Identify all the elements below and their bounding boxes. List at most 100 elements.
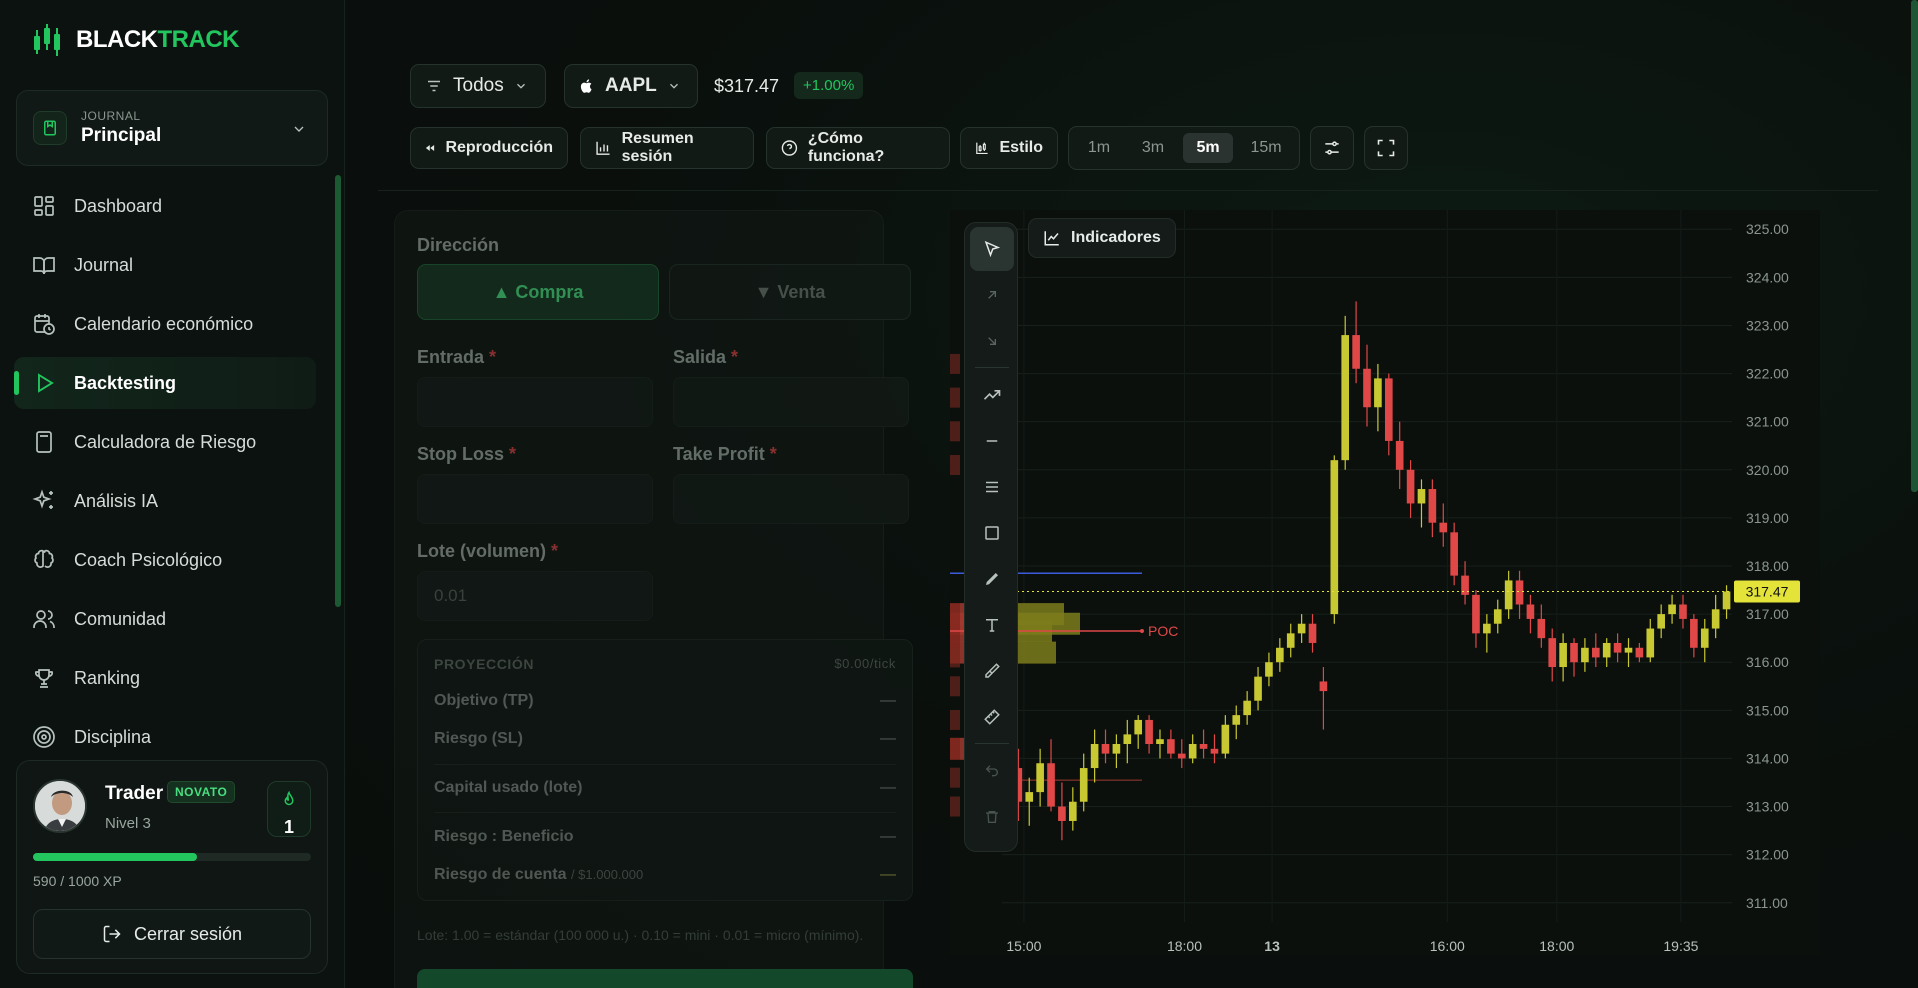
sidebar-item-backtesting[interactable]: Backtesting: [14, 357, 316, 409]
sidebar-item-label: Journal: [74, 254, 134, 275]
sidebar-item-ranking[interactable]: Ranking: [14, 652, 316, 704]
timeframe-15m[interactable]: 15m: [1239, 133, 1293, 163]
highlighter-tool[interactable]: [970, 649, 1014, 693]
fib-tool[interactable]: [970, 465, 1014, 509]
chart-background: [950, 210, 1820, 955]
stop-loss-input[interactable]: [417, 474, 653, 524]
fullscreen-button[interactable]: [1364, 126, 1408, 170]
per-tick-value: $0.00/tick: [834, 656, 896, 671]
xp-progress-bar: [33, 853, 311, 861]
last-price-label: 317.47: [1746, 583, 1789, 599]
how-it-works-button[interactable]: ¿Cómo funciona?: [766, 127, 950, 169]
sidebar-item-dashboard[interactable]: Dashboard: [14, 180, 316, 232]
calculator-icon: [36, 431, 52, 453]
sidebar-item-ai-analysis[interactable]: Análisis IA: [14, 475, 316, 527]
entry-input[interactable]: [417, 377, 653, 427]
brush-tool[interactable]: [970, 557, 1014, 601]
trendline-tool[interactable]: [970, 373, 1014, 417]
price-chart[interactable]: 325.00 324.00 323.00 322.00 321.00 320.00 319.…: [950, 210, 1820, 955]
measure-tool[interactable]: [970, 695, 1014, 739]
dashboard-icon: [34, 196, 54, 216]
volume-profile-bar: [950, 676, 960, 697]
projection-divider: [434, 764, 896, 765]
short-position-tool[interactable]: [970, 319, 1014, 363]
journal-selector[interactable]: JOURNAL Principal: [16, 90, 328, 166]
drawing-toolbar: [964, 222, 1018, 852]
candle-body: [1493, 609, 1502, 624]
session-summary-button[interactable]: Resumen sesión: [580, 127, 754, 169]
text-tool[interactable]: [970, 603, 1014, 647]
current-price: $317.47: [714, 76, 780, 96]
toolbar-separator: [975, 743, 1009, 744]
symbol-selector[interactable]: AAPL: [564, 64, 698, 108]
y-tick-label: 318.00: [1746, 558, 1789, 574]
sidebar-item-community[interactable]: Comunidad: [14, 593, 316, 645]
page-scrollbar[interactable]: [1911, 0, 1918, 492]
undo-button[interactable]: [970, 749, 1014, 793]
sidebar-item-calendar[interactable]: Calendario económico: [14, 298, 316, 350]
buy-button[interactable]: ▲ Compra: [417, 264, 659, 320]
exit-input[interactable]: [673, 377, 909, 427]
take-profit-label: Take Profit *: [673, 444, 777, 464]
target-icon: [33, 726, 55, 748]
book-icon: [33, 257, 55, 275]
y-tick-label: 316.00: [1746, 654, 1789, 670]
candle-body: [1297, 623, 1306, 634]
candle-body: [1243, 700, 1251, 716]
sidebar-item-label: Ranking: [74, 667, 141, 688]
bar-chart-icon: [596, 141, 610, 155]
timeframe-1m[interactable]: 1m: [1075, 133, 1123, 163]
streak-counter[interactable]: 1: [267, 781, 311, 837]
long-position-tool[interactable]: [970, 273, 1014, 317]
horizontal-line-tool[interactable]: [970, 419, 1014, 463]
candle-body: [1330, 460, 1339, 615]
sidebar-item-journal[interactable]: Journal: [14, 239, 316, 291]
take-profit-input[interactable]: [673, 474, 909, 524]
projection-divider: [434, 812, 896, 813]
candle-body: [1690, 618, 1698, 648]
candle-body: [1145, 719, 1153, 744]
delete-drawings-button[interactable]: [970, 795, 1014, 839]
indicators-button[interactable]: Indicadores: [1028, 218, 1176, 258]
sidebar-item-label: Análisis IA: [74, 490, 159, 511]
candle-body: [1069, 801, 1077, 821]
candle-body: [1177, 753, 1186, 759]
timeframe-3m[interactable]: 3m: [1129, 133, 1177, 163]
rectangle-tool[interactable]: [970, 511, 1014, 555]
lot-input[interactable]: 0.01: [417, 571, 653, 621]
sidebar-scrollbar[interactable]: [335, 175, 341, 607]
sidebar-item-discipline[interactable]: Disciplina: [14, 711, 316, 763]
cursor-tool[interactable]: [970, 227, 1014, 271]
brand-logo[interactable]: BLACKTRACK: [32, 22, 239, 58]
expand-icon: [1377, 139, 1395, 157]
candle-body: [1363, 368, 1371, 408]
logout-button[interactable]: Cerrar sesión: [33, 909, 311, 959]
candle-body: [1635, 647, 1644, 658]
y-tick-label: 322.00: [1746, 366, 1789, 382]
y-tick-label: 325.00: [1746, 221, 1789, 237]
candle-body: [1602, 642, 1611, 658]
style-button[interactable]: Estilo: [960, 127, 1058, 169]
x-tick-label: 13: [1264, 938, 1280, 954]
market-filter-dropdown[interactable]: Todos: [410, 64, 546, 108]
main-content: Todos AAPL $317.47 +1.00% Reproducción R…: [346, 0, 1918, 988]
candle-body: [1581, 647, 1589, 663]
candle-body: [1374, 378, 1382, 408]
chart-settings-button[interactable]: [1310, 126, 1354, 170]
candle-body: [1112, 744, 1121, 754]
avatar[interactable]: [33, 779, 87, 833]
submit-trade-button[interactable]: [417, 969, 913, 988]
target-label: Objetivo (TP): [434, 692, 534, 709]
sell-button[interactable]: ▼ Venta: [669, 264, 911, 320]
sidebar-item-risk-calculator[interactable]: Calculadora de Riesgo: [14, 416, 316, 468]
candle-body: [1570, 642, 1578, 663]
sidebar-item-psych-coach[interactable]: Coach Psicológico: [14, 534, 316, 586]
candle-body: [1036, 763, 1044, 793]
candle-body: [1156, 739, 1164, 744]
trophy-icon: [34, 669, 54, 688]
timeframe-5m[interactable]: 5m: [1183, 133, 1233, 163]
poc-marker: [1140, 628, 1144, 633]
direction-label: Dirección: [417, 235, 500, 255]
sidebar-item-label: Calculadora de Riesgo: [74, 431, 257, 452]
replay-button[interactable]: Reproducción: [410, 127, 568, 169]
